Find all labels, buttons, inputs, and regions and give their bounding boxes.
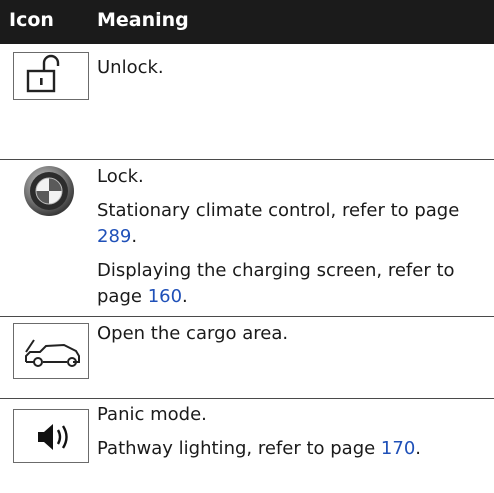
meaning-line: Open the cargo area. (97, 323, 289, 344)
page-link[interactable]: 289 (97, 226, 131, 247)
meaning-line: Unlock. (97, 57, 164, 78)
table-row-unlock: Unlock. (0, 44, 494, 160)
meaning-text: Unlock. (97, 55, 487, 81)
table-row-cargo: Open the cargo area. (0, 317, 494, 399)
column-header-icon: Icon (9, 9, 54, 31)
meaning-text: Panic mode. Pathway lighting, refer to p… (97, 402, 487, 462)
meaning-line: Stationary climate control, refer to pag… (97, 200, 460, 247)
meaning-line: Displaying the charging screen, refer to… (97, 260, 455, 307)
meaning-text: Open the cargo area. (97, 321, 487, 347)
page-link[interactable]: 170 (381, 438, 415, 459)
column-header-meaning: Meaning (97, 9, 189, 31)
meaning-line: Lock. (97, 166, 144, 187)
meaning-line: Pathway lighting, refer to page 170. (97, 438, 422, 459)
page-link[interactable]: 160 (148, 286, 182, 307)
panic-horn-icon (13, 409, 89, 463)
table-header: Icon Meaning (0, 0, 494, 44)
table-row-lock: Lock. Stationary climate control, refer … (0, 160, 494, 317)
car-trunk-icon (13, 323, 89, 379)
table-row-panic: Panic mode. Pathway lighting, refer to p… (0, 399, 494, 493)
bmw-logo-icon (23, 165, 75, 217)
unlock-icon (13, 52, 89, 100)
meaning-text: Lock. Stationary climate control, refer … (97, 164, 487, 310)
meaning-line: Panic mode. (97, 404, 207, 425)
